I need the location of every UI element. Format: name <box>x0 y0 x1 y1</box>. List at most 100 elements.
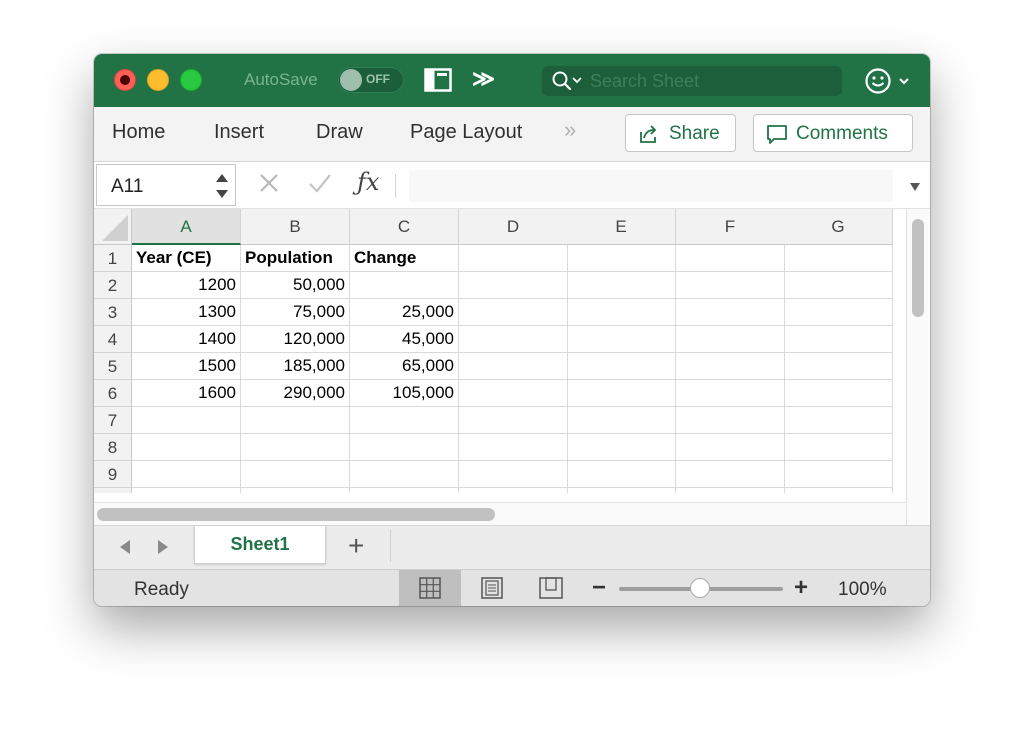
cell-a5[interactable]: 1500 <box>132 353 241 380</box>
column-header-a[interactable]: A <box>132 209 241 245</box>
cell-f9[interactable] <box>676 461 785 488</box>
feedback-smiley-icon[interactable] <box>864 67 912 100</box>
next-sheet-icon[interactable] <box>156 538 170 561</box>
page-break-view-button[interactable] <box>523 570 585 606</box>
cell-a9[interactable] <box>132 461 241 488</box>
cell-b9[interactable] <box>241 461 350 488</box>
zoom-in-icon[interactable]: + <box>794 574 808 602</box>
cell-d6[interactable] <box>459 380 568 407</box>
cell-f8[interactable] <box>676 434 785 461</box>
cell-b10[interactable] <box>241 488 350 493</box>
cell-d4[interactable] <box>459 326 568 353</box>
cell-g6[interactable] <box>784 380 893 407</box>
cell-a8[interactable] <box>132 434 241 461</box>
cell-f10[interactable] <box>676 488 785 493</box>
cell-a1[interactable]: Year (CE) <box>132 245 241 272</box>
cell-e10[interactable] <box>567 488 676 493</box>
cell-g4[interactable] <box>784 326 893 353</box>
row-header-4[interactable]: 4 <box>94 326 132 353</box>
row-header-6[interactable]: 6 <box>94 380 132 407</box>
row-header-1[interactable]: 1 <box>94 245 132 272</box>
cell-a10[interactable] <box>132 488 241 493</box>
cell-g5[interactable] <box>784 353 893 380</box>
normal-view-button[interactable] <box>399 570 461 606</box>
vertical-scrollbar[interactable] <box>906 209 929 525</box>
cell-c1[interactable]: Change <box>350 245 459 272</box>
column-header-d[interactable]: D <box>459 209 568 245</box>
insert-function-icon[interactable]: ƒx <box>357 168 379 196</box>
check-icon[interactable] <box>308 172 332 199</box>
cell-e6[interactable] <box>567 380 676 407</box>
zoom-level[interactable]: 100% <box>838 579 887 601</box>
cell-f7[interactable] <box>676 407 785 434</box>
select-all-corner[interactable] <box>94 209 132 245</box>
name-box-stepper-icon[interactable] <box>215 171 229 206</box>
cell-c6[interactable]: 105,000 <box>350 380 459 407</box>
cell-f3[interactable] <box>676 299 785 326</box>
cell-d2[interactable] <box>459 272 568 299</box>
cell-a7[interactable] <box>132 407 241 434</box>
cell-a4[interactable]: 1400 <box>132 326 241 353</box>
zoom-window-button[interactable] <box>180 69 202 91</box>
cell-f5[interactable] <box>676 353 785 380</box>
page-layout-view-button[interactable] <box>461 570 523 606</box>
cell-b1[interactable]: Population <box>241 245 350 272</box>
column-header-e[interactable]: E <box>567 209 676 245</box>
cell-f4[interactable] <box>676 326 785 353</box>
cell-g1[interactable] <box>784 245 893 272</box>
column-header-c[interactable]: C <box>350 209 459 245</box>
row-header-10[interactable]: 10 <box>94 488 132 493</box>
formula-expand-icon[interactable] <box>909 179 921 197</box>
cell-c4[interactable]: 45,000 <box>350 326 459 353</box>
cell-e2[interactable] <box>567 272 676 299</box>
horizontal-scroll-thumb[interactable] <box>97 508 495 521</box>
row-header-7[interactable]: 7 <box>94 407 132 434</box>
sheet-tab-sheet1[interactable]: Sheet1 <box>194 526 326 564</box>
cell-c10[interactable] <box>350 488 459 493</box>
cell-d7[interactable] <box>459 407 568 434</box>
horizontal-scrollbar[interactable] <box>94 502 906 525</box>
cancel-icon[interactable] <box>258 172 280 199</box>
cell-b2[interactable]: 50,000 <box>241 272 350 299</box>
cell-e5[interactable] <box>567 353 676 380</box>
zoom-slider-knob[interactable] <box>690 578 710 598</box>
cell-d3[interactable] <box>459 299 568 326</box>
cell-g10[interactable] <box>784 488 893 493</box>
comments-button[interactable]: Comments <box>753 114 913 152</box>
column-header-f[interactable]: F <box>676 209 785 245</box>
autosave-toggle[interactable]: OFF <box>338 67 404 93</box>
cell-a3[interactable]: 1300 <box>132 299 241 326</box>
ribbon-overflow-icon[interactable]: » <box>564 117 576 143</box>
search-sheet-field[interactable]: Search Sheet <box>542 66 842 96</box>
toolbar-overflow-icon[interactable]: ≫ <box>472 66 495 92</box>
cell-d8[interactable] <box>459 434 568 461</box>
cell-c8[interactable] <box>350 434 459 461</box>
column-header-b[interactable]: B <box>241 209 350 245</box>
cell-b3[interactable]: 75,000 <box>241 299 350 326</box>
cell-d10[interactable] <box>459 488 568 493</box>
cell-b8[interactable] <box>241 434 350 461</box>
cell-g3[interactable] <box>784 299 893 326</box>
cell-e9[interactable] <box>567 461 676 488</box>
cell-e1[interactable] <box>567 245 676 272</box>
cell-c9[interactable] <box>350 461 459 488</box>
cell-b5[interactable]: 185,000 <box>241 353 350 380</box>
cell-c2[interactable] <box>350 272 459 299</box>
minimize-window-button[interactable] <box>147 69 169 91</box>
cell-c3[interactable]: 25,000 <box>350 299 459 326</box>
zoom-out-icon[interactable]: − <box>592 574 606 602</box>
cell-d9[interactable] <box>459 461 568 488</box>
cell-e4[interactable] <box>567 326 676 353</box>
cell-g2[interactable] <box>784 272 893 299</box>
column-header-g[interactable]: G <box>784 209 893 245</box>
row-header-9[interactable]: 9 <box>94 461 132 488</box>
formula-input[interactable] <box>409 170 893 202</box>
add-sheet-icon[interactable]: + <box>348 532 364 560</box>
name-box[interactable]: A11 <box>96 164 236 206</box>
tab-home[interactable]: Home <box>112 121 165 144</box>
cell-e8[interactable] <box>567 434 676 461</box>
cell-b7[interactable] <box>241 407 350 434</box>
cell-a6[interactable]: 1600 <box>132 380 241 407</box>
cell-d1[interactable] <box>459 245 568 272</box>
cell-f2[interactable] <box>676 272 785 299</box>
